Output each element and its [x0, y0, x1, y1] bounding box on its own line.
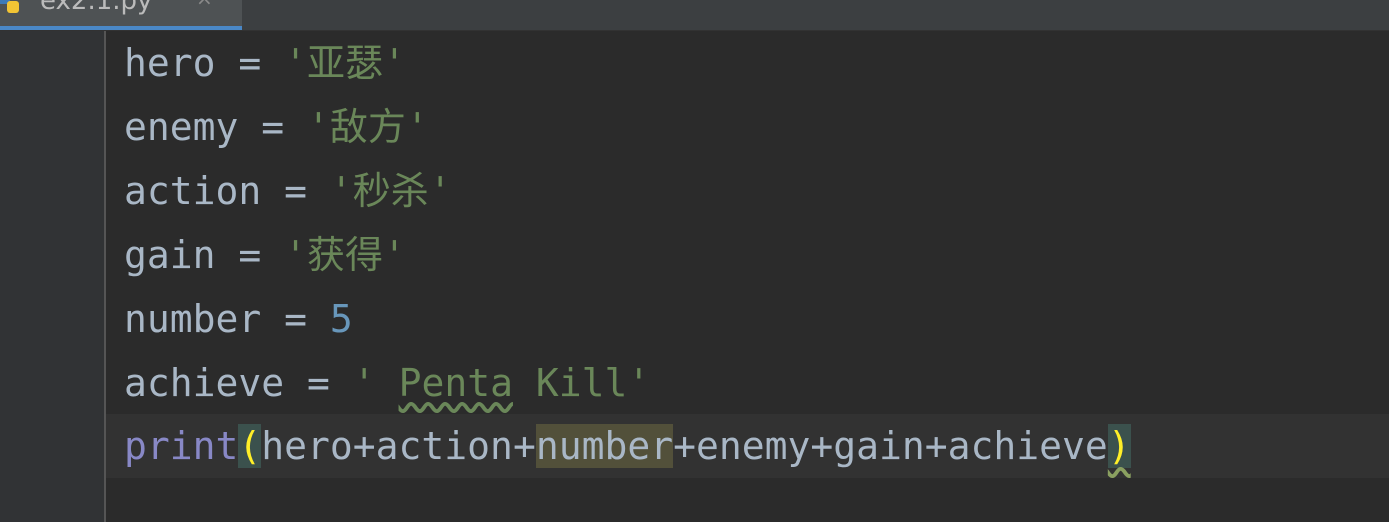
tab-ex2-1-py[interactable]: ex2.1.py × — [0, 0, 242, 30]
variable-enemy: enemy — [124, 105, 239, 149]
code-line-4: gain = '获得' — [124, 223, 406, 287]
typo-warning-word: Penta — [398, 361, 513, 405]
string-literal: '秒杀' — [329, 169, 452, 213]
assign-operator: = — [215, 41, 285, 85]
open-paren-match: ( — [238, 424, 262, 468]
code-editor[interactable]: hero = '亚瑟' enemy = '敌方' action = '秒杀' g… — [106, 31, 1389, 522]
args-after-highlight: +enemy+gain+achieve — [673, 424, 1108, 468]
code-line-2: enemy = '敌方' — [124, 95, 429, 159]
variable-gain: gain — [124, 233, 216, 277]
code-line-1: hero = '亚瑟' — [124, 31, 406, 95]
assign-operator: = — [215, 233, 285, 277]
assign-operator: = — [284, 361, 353, 405]
string-literal-end: Kill' — [512, 361, 651, 405]
string-literal: '亚瑟' — [284, 41, 406, 85]
string-literal: '获得' — [284, 233, 406, 277]
variable-action: action — [124, 169, 262, 213]
assign-operator: = — [261, 169, 330, 213]
string-literal-start: ' — [352, 361, 399, 405]
variable-achieve: achieve — [124, 361, 285, 405]
number-literal: 5 — [329, 297, 353, 341]
args-before-highlight: hero+action+ — [261, 424, 536, 468]
code-line-5: number = 5 — [124, 287, 353, 351]
tab-label: ex2.1.py — [40, 0, 153, 16]
python-icon — [0, 0, 24, 18]
code-line-3: action = '秒杀' — [124, 159, 452, 223]
close-icon[interactable]: × — [196, 0, 213, 10]
editor-tab-bar: ex2.1.py × — [0, 0, 1389, 31]
code-line-6: achieve = ' Penta Kill' — [124, 351, 650, 415]
string-literal: '敌方' — [307, 105, 429, 149]
highlighted-identifier-number: number — [535, 424, 674, 468]
line-number-gutter — [0, 31, 104, 522]
assign-operator: = — [261, 297, 330, 341]
builtin-print: print — [124, 424, 239, 468]
code-line-7: print(hero+action+number+enemy+gain+achi… — [124, 414, 1131, 478]
variable-number: number — [124, 297, 262, 341]
variable-hero: hero — [124, 41, 216, 85]
close-paren-match: ) — [1107, 424, 1131, 468]
assign-operator: = — [238, 105, 308, 149]
